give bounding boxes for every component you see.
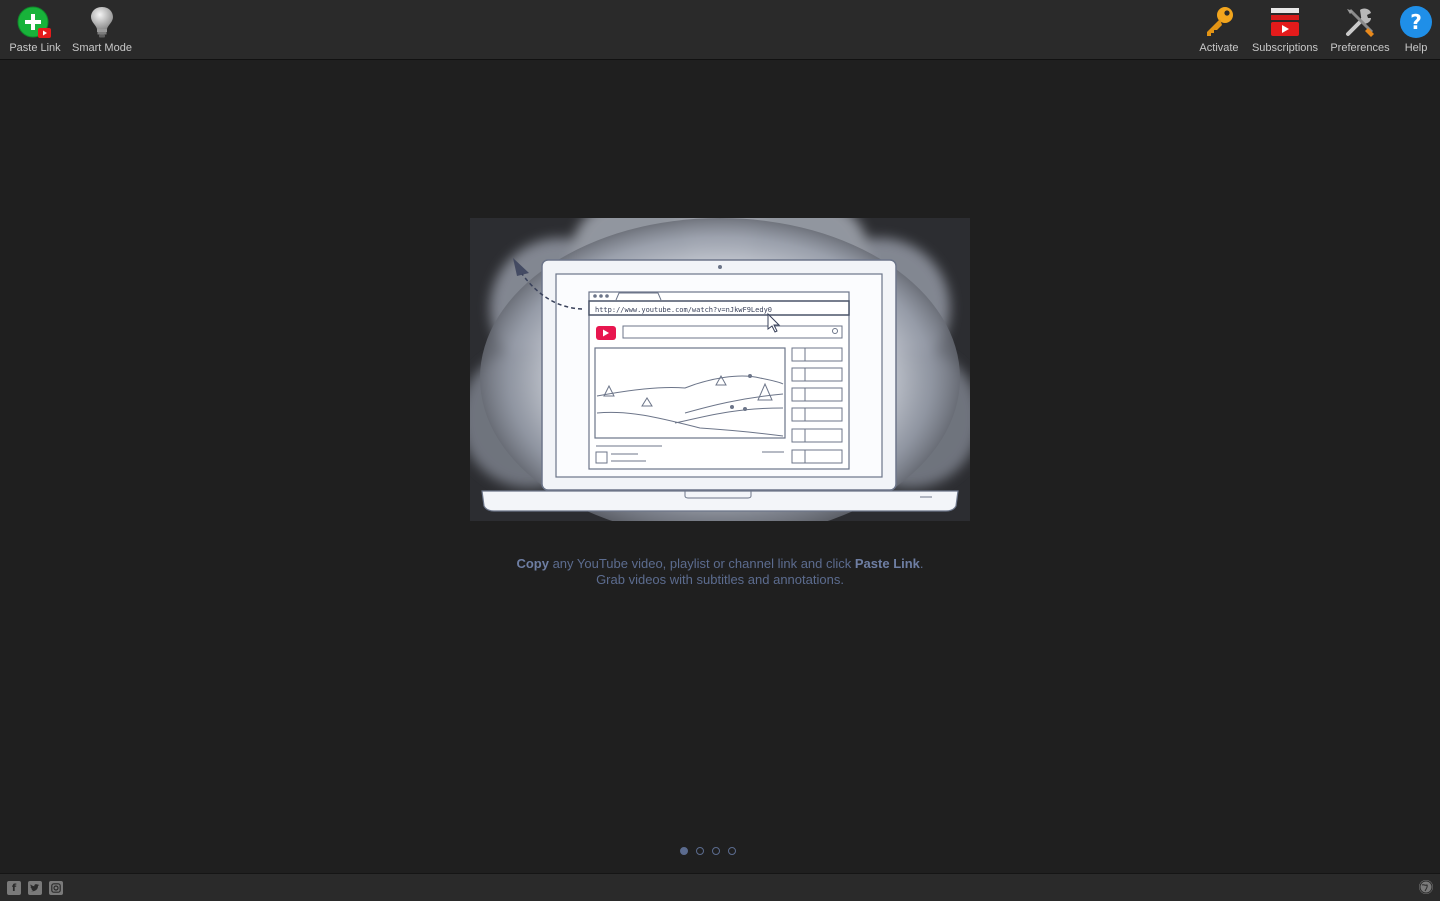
page-dot-2[interactable] <box>696 847 704 855</box>
toolbar: Paste Link Smart Mode Activate Subscript… <box>0 0 1440 60</box>
page-dot-1[interactable] <box>680 847 688 855</box>
caption-line-2: Grab videos with subtitles and annotatio… <box>596 572 844 587</box>
help-icon: ? <box>1400 6 1432 38</box>
paste-link-icon <box>17 6 51 38</box>
activate-button[interactable]: Activate <box>1196 4 1242 58</box>
subscriptions-icon <box>1271 8 1299 36</box>
subscriptions-button[interactable]: Subscriptions <box>1249 4 1321 58</box>
smart-mode-label: Smart Mode <box>72 42 132 54</box>
preferences-button[interactable]: Preferences <box>1328 4 1392 58</box>
page-indicator <box>680 847 760 859</box>
facebook-icon[interactable]: f <box>7 881 21 895</box>
bottom-bar: f <box>0 873 1440 901</box>
url-text: http://www.youtube.com/watch?v=nJkwF9Led… <box>595 306 772 314</box>
paste-link-button[interactable]: Paste Link <box>8 4 62 58</box>
caption-middle: any YouTube video, playlist or channel l… <box>548 556 855 571</box>
help-button[interactable]: ? Help <box>1398 4 1434 58</box>
instagram-icon[interactable] <box>49 881 63 895</box>
tools-icon <box>1346 8 1374 37</box>
paste-link-label: Paste Link <box>9 42 61 54</box>
onboarding-illustration: http://www.youtube.com/watch?v=nJkwF9Led… <box>460 168 980 538</box>
globe-icon[interactable] <box>1419 880 1433 894</box>
page-dot-3[interactable] <box>712 847 720 855</box>
caption-line-1: Copy any YouTube video, playlist or chan… <box>420 556 1020 572</box>
caption-period: . <box>919 556 924 571</box>
preferences-label: Preferences <box>1330 42 1390 54</box>
key-icon <box>1207 7 1233 36</box>
caption-copy-bold: Copy <box>516 556 549 571</box>
subscriptions-label: Subscriptions <box>1251 42 1319 54</box>
caption-paste-link-bold: Paste Link <box>854 556 920 571</box>
twitter-icon[interactable] <box>28 881 42 895</box>
lightbulb-icon <box>91 7 113 38</box>
svg-text:?: ? <box>1410 10 1422 34</box>
smart-mode-button[interactable]: Smart Mode <box>70 4 134 58</box>
help-label: Help <box>1404 42 1428 54</box>
activate-label: Activate <box>1199 42 1239 54</box>
page-dot-4[interactable] <box>728 847 736 855</box>
onboarding-caption: Copy any YouTube video, playlist or chan… <box>420 556 1020 588</box>
